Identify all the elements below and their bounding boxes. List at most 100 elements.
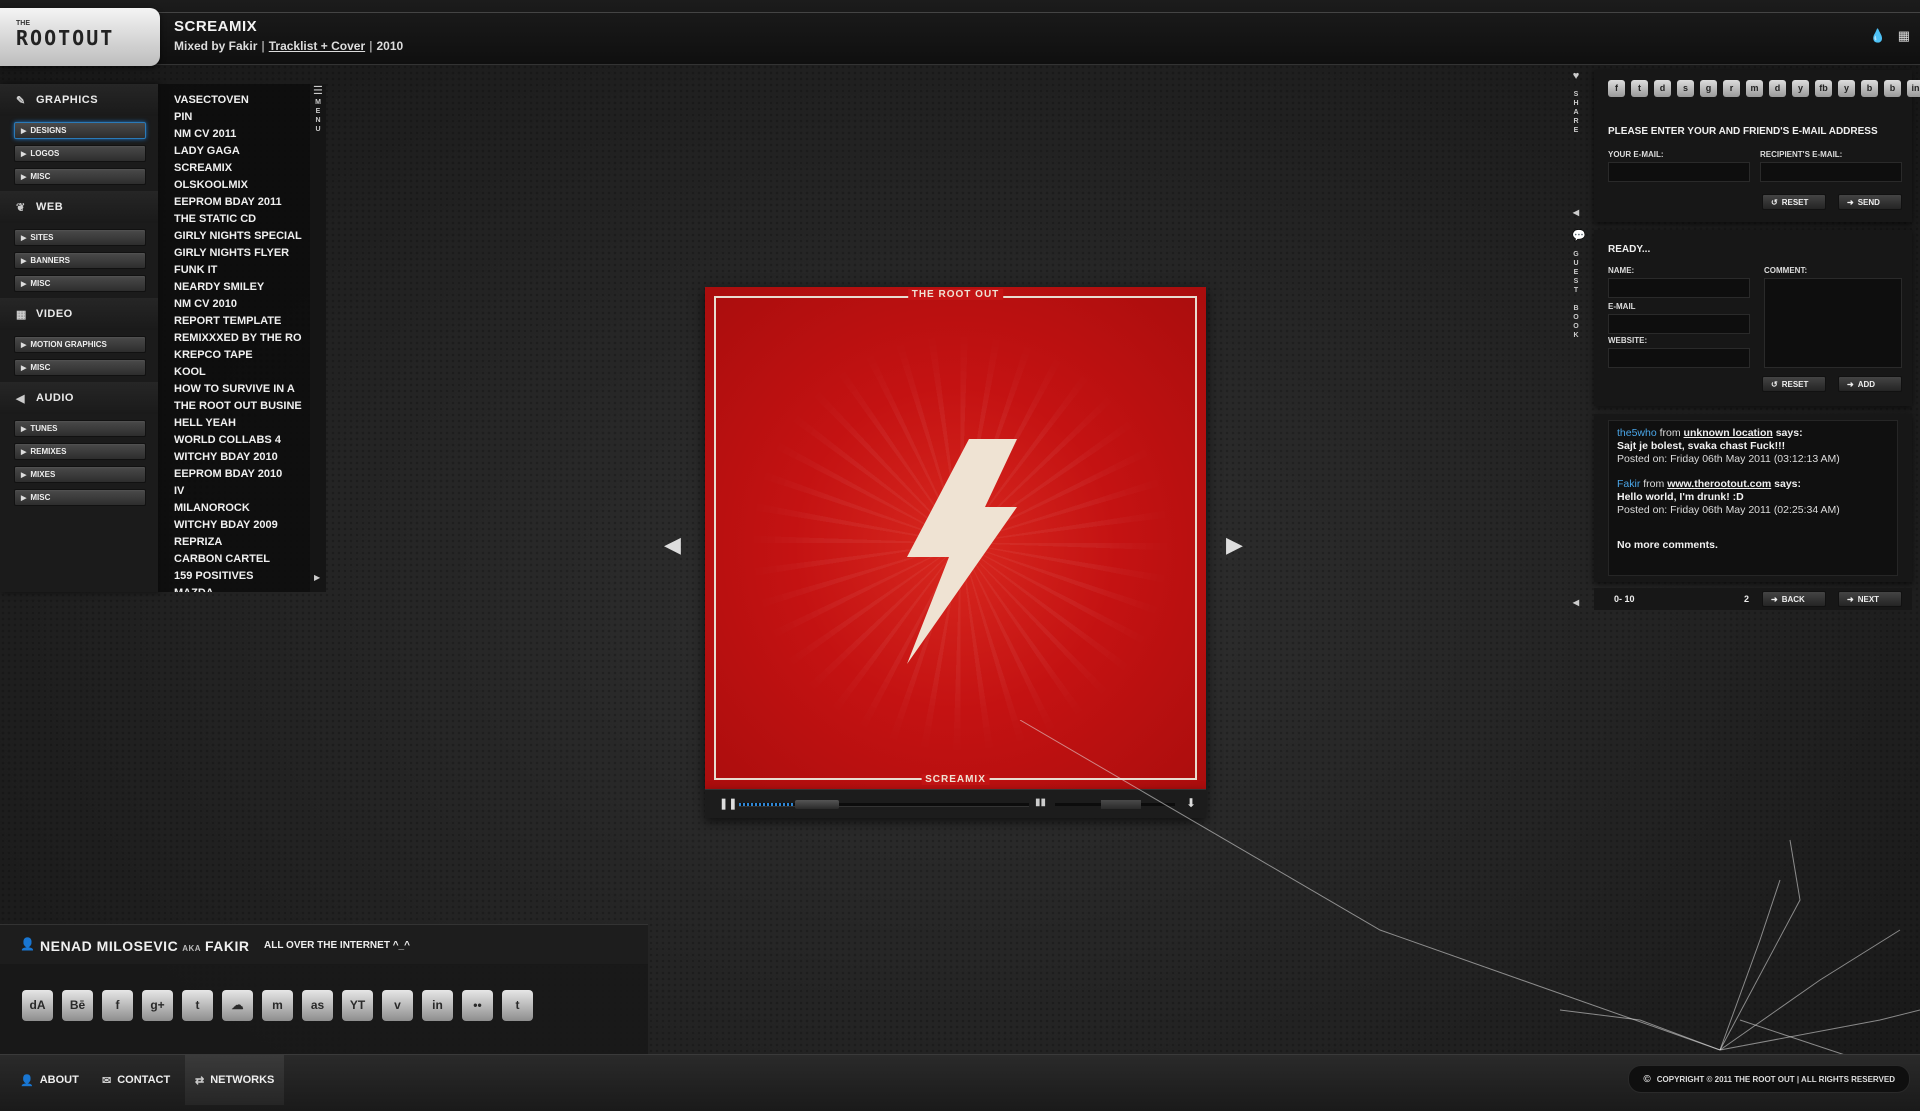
list-item[interactable]: EEPROM BDAY 2011 [174, 194, 304, 211]
list-item[interactable]: THE ROOT OUT BUSINE [174, 398, 304, 415]
list-item[interactable]: PIN [174, 109, 304, 126]
progress-handle[interactable] [795, 800, 840, 809]
vimeo-icon[interactable]: v [382, 990, 413, 1021]
share-reset-button[interactable]: ↺ RESET [1762, 194, 1826, 210]
list-item[interactable]: MILANOROCK [174, 500, 304, 517]
email-field[interactable] [1608, 314, 1750, 334]
nav-contact[interactable]: ✉ CONTACT [102, 1055, 170, 1105]
share-service-icon[interactable]: y [1838, 80, 1855, 97]
comment-location[interactable]: www.therootout.com [1667, 478, 1771, 490]
list-item[interactable]: THE STATIC CD [174, 211, 304, 228]
your-email-field[interactable] [1608, 162, 1750, 182]
add-comment-button[interactable]: ➜ ADD [1838, 376, 1902, 392]
tracklist-link[interactable]: Tracklist + Cover [269, 39, 365, 53]
tumblr-icon[interactable]: t [502, 990, 533, 1021]
share-service-icon[interactable]: f [1608, 80, 1625, 97]
list-item[interactable]: FUNK IT [174, 262, 304, 279]
share-service-icon[interactable]: d [1654, 80, 1671, 97]
send-button[interactable]: ➜ SEND [1838, 194, 1902, 210]
facebook-icon[interactable]: f [102, 990, 133, 1021]
volume-handle[interactable] [1101, 800, 1141, 809]
list-item[interactable]: WITCHY BDAY 2009 [174, 517, 304, 534]
right-arrow-icon[interactable]: ▶ [314, 573, 320, 582]
next-button[interactable]: ➜ NEXT [1838, 591, 1902, 607]
category-audio[interactable]: ◀ AUDIO [0, 382, 158, 414]
list-item[interactable]: NM CV 2010 [174, 296, 304, 313]
twitter-icon[interactable]: t [182, 990, 213, 1021]
myspace-icon[interactable]: m [262, 990, 293, 1021]
next-arrow-icon[interactable]: ▶ [1226, 532, 1243, 558]
volume-track[interactable] [1055, 800, 1175, 809]
list-item[interactable]: EEPROM BDAY 2010 [174, 466, 304, 483]
name-field[interactable] [1608, 278, 1750, 298]
list-item[interactable]: VASECTOVEN [174, 92, 304, 109]
comment-location[interactable]: unknown location [1684, 427, 1773, 439]
behance-icon[interactable]: Bē [62, 990, 93, 1021]
share-service-icon[interactable]: s [1677, 80, 1694, 97]
share-service-icon[interactable]: r [1723, 80, 1740, 97]
linkedin-icon[interactable]: in [422, 990, 453, 1021]
comment-author[interactable]: Fakir [1617, 478, 1640, 490]
grid-icon[interactable]: ▦ [1898, 28, 1910, 44]
subcategory-button[interactable]: ▶ LOGOS [14, 145, 146, 162]
list-item[interactable]: NEARDY SMILEY [174, 279, 304, 296]
recipient-email-field[interactable] [1760, 162, 1902, 182]
share-tab-label[interactable]: SHARE [1572, 90, 1580, 135]
list-item[interactable]: REPRIZA [174, 534, 304, 551]
website-field[interactable] [1608, 348, 1750, 368]
subcategory-button[interactable]: ▶ MISC [14, 275, 146, 292]
list-item[interactable]: HELL YEAH [174, 415, 304, 432]
guestbook-reset-button[interactable]: ↺ RESET [1762, 376, 1826, 392]
subcategory-button[interactable]: ▶ MISC [14, 359, 146, 376]
menu-strip[interactable]: ☰ MENU ▶ [310, 84, 326, 592]
list-item[interactable]: WORLD COLLABS 4 [174, 432, 304, 449]
subcategory-button[interactable]: ▶ MISC [14, 489, 146, 506]
flickr-icon[interactable]: •• [462, 990, 493, 1021]
category-video[interactable]: ▦ VIDEO [0, 298, 158, 330]
drop-icon[interactable]: 💧 [1870, 28, 1886, 44]
list-item[interactable]: REMIXXXED BY THE RO [174, 330, 304, 347]
deviantart-icon[interactable]: dA [22, 990, 53, 1021]
list-item[interactable]: KOOL [174, 364, 304, 381]
pause-icon[interactable]: ❚❚ [719, 797, 737, 810]
comment-author[interactable]: the5who [1617, 427, 1657, 439]
list-item[interactable]: GIRLY NIGHTS FLYER [174, 245, 304, 262]
list-item[interactable]: OLSKOOLMIX [174, 177, 304, 194]
share-service-icon[interactable]: b [1861, 80, 1878, 97]
heart-icon[interactable]: ♥ [1572, 71, 1580, 82]
subcategory-button[interactable]: ▶ MISC [14, 168, 146, 185]
subcategory-button[interactable]: ▶ BANNERS [14, 252, 146, 269]
category-web[interactable]: ❦ WEB [0, 191, 158, 223]
list-item[interactable]: REPORT TEMPLATE [174, 313, 304, 330]
subcategory-button[interactable]: ▶ SITES [14, 229, 146, 246]
collapse-arrow-icon[interactable]: ◀ [1572, 598, 1580, 607]
subcategory-button[interactable]: ▶ DESIGNS [14, 122, 146, 139]
guestbook-tab-label[interactable]: GUEST BOOK [1572, 250, 1580, 340]
subcategory-button[interactable]: ▶ MOTION GRAPHICS [14, 336, 146, 353]
nav-about[interactable]: 👤 ABOUT [20, 1055, 79, 1105]
share-service-icon[interactable]: y [1792, 80, 1809, 97]
list-item[interactable]: WITCHY BDAY 2010 [174, 449, 304, 466]
collapse-arrow-icon[interactable]: ◀ [1572, 208, 1580, 217]
google-icon[interactable]: g+ [142, 990, 173, 1021]
list-item[interactable]: CARBON CARTEL [174, 551, 304, 568]
share-service-icon[interactable]: b [1884, 80, 1901, 97]
previous-arrow-icon[interactable]: ◀ [664, 532, 681, 558]
list-item[interactable]: GIRLY NIGHTS SPECIAL [174, 228, 304, 245]
volume-icon[interactable]: ▮▮ [1035, 797, 1046, 808]
speech-bubble-icon[interactable]: 💬 [1572, 231, 1586, 242]
site-logo[interactable]: THE ROOTOUT [0, 8, 160, 66]
subcategory-button[interactable]: ▶ MIXES [14, 466, 146, 483]
youtube-icon[interactable]: YT [342, 990, 373, 1021]
share-service-icon[interactable]: in [1907, 80, 1920, 97]
share-service-icon[interactable]: m [1746, 80, 1763, 97]
list-item[interactable]: KREPCO TAPE [174, 347, 304, 364]
list-icon[interactable]: ☰ [313, 84, 323, 97]
list-item[interactable]: SCREAMIX [174, 160, 304, 177]
nav-networks[interactable]: ⇄ NETWORKS [185, 1055, 285, 1105]
list-item[interactable]: MAZDA [174, 585, 304, 592]
share-service-icon[interactable]: fb [1815, 80, 1832, 97]
subcategory-button[interactable]: ▶ TUNES [14, 420, 146, 437]
back-button[interactable]: ➜ BACK [1762, 591, 1826, 607]
list-item[interactable]: 159 POSITIVES [174, 568, 304, 585]
